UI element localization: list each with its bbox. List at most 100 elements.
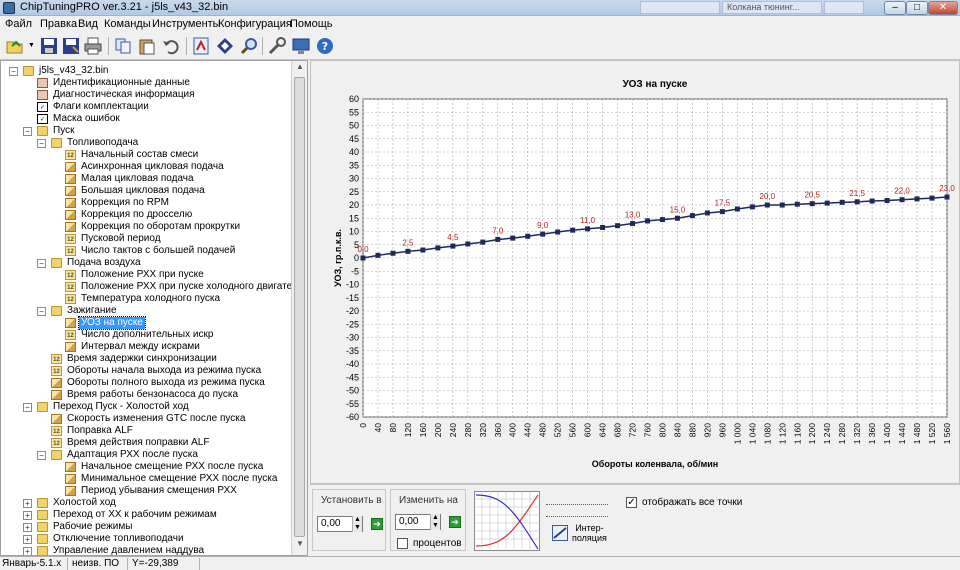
data-point[interactable]	[525, 233, 531, 239]
tree-item[interactable]: − Топливоподача	[5, 137, 285, 149]
tree-item[interactable]: Обороты полного выхода из режима пуска	[5, 377, 285, 389]
data-point[interactable]	[794, 201, 800, 207]
interp-slider-top[interactable]	[546, 491, 608, 505]
expand-icon[interactable]: +	[23, 547, 32, 555]
expand-icon[interactable]: +	[23, 523, 32, 532]
data-point[interactable]	[420, 247, 426, 253]
interpolation-button-label[interactable]: Интер- поляция	[572, 523, 607, 543]
data-point[interactable]	[435, 245, 441, 251]
tree-item[interactable]: 12 Обороты начала выхода из режима пуска	[5, 365, 285, 377]
tree-item[interactable]: 12 Температура холодного пуска	[5, 293, 285, 305]
expand-icon[interactable]: +	[23, 499, 32, 508]
undo-icon[interactable]	[162, 37, 180, 55]
data-point[interactable]	[450, 243, 456, 249]
search-icon[interactable]	[240, 37, 258, 55]
collapse-icon[interactable]: −	[37, 139, 46, 148]
data-point[interactable]	[704, 210, 710, 216]
expand-icon[interactable]: +	[23, 511, 32, 520]
data-point[interactable]	[944, 194, 950, 200]
data-point[interactable]	[390, 250, 396, 256]
parameter-tree[interactable]: − j5ls_v43_32.bin Идентификационные данные…	[0, 60, 308, 556]
data-point[interactable]	[615, 223, 621, 229]
data-point[interactable]	[570, 227, 576, 233]
data-point[interactable]	[465, 241, 471, 247]
tree-item[interactable]: Большая цикловая подача	[5, 185, 285, 197]
calc-icon[interactable]	[192, 37, 210, 55]
scroll-up-icon[interactable]: ▲	[294, 62, 306, 76]
data-point[interactable]	[405, 248, 411, 254]
tree-item[interactable]: ✓ Маска ошибок	[5, 113, 285, 125]
save-as-icon[interactable]	[62, 37, 80, 55]
background-window-tab[interactable]	[640, 1, 720, 14]
menu-tools[interactable]: Инструменты	[152, 18, 221, 30]
tree-item[interactable]: − Пуск	[5, 125, 285, 137]
data-point[interactable]	[824, 200, 830, 206]
maximize-button[interactable]: □	[906, 1, 928, 15]
diamond-icon[interactable]	[216, 37, 234, 55]
change-value-input[interactable]: 0,00 ▲ ▼	[395, 514, 441, 530]
data-point[interactable]	[689, 213, 695, 219]
data-point[interactable]	[764, 202, 770, 208]
change-apply-button[interactable]: ➔	[449, 516, 461, 528]
tree-item[interactable]: 12 Пусковой период	[5, 233, 285, 245]
collapse-icon[interactable]: −	[37, 259, 46, 268]
data-point[interactable]	[779, 202, 785, 208]
tree-scrollbar[interactable]: ▲ ▼	[291, 61, 307, 555]
tree-item[interactable]: Асинхронная цикловая подача	[5, 161, 285, 173]
data-point[interactable]	[899, 197, 905, 203]
tree-item[interactable]: − Адаптация РХХ после пуска	[5, 449, 285, 461]
tree-item[interactable]: Идентификационные данные	[5, 77, 285, 89]
data-point[interactable]	[914, 196, 920, 202]
background-window-tab[interactable]	[824, 1, 864, 14]
tree-item[interactable]: + Холостой ход	[5, 497, 285, 509]
interp-slider-bottom[interactable]	[546, 507, 608, 517]
open-dropdown-icon[interactable]: ▼	[28, 42, 35, 49]
data-point[interactable]	[869, 198, 875, 204]
data-point[interactable]	[360, 255, 366, 261]
data-point[interactable]	[375, 252, 381, 258]
expand-icon[interactable]: +	[23, 535, 32, 544]
menu-file[interactable]: Файл	[5, 18, 32, 30]
collapse-icon[interactable]: −	[37, 451, 46, 460]
data-point[interactable]	[630, 221, 636, 227]
menu-edit[interactable]: Правка	[40, 18, 77, 30]
tree-item[interactable]: УОЗ на пуске	[5, 316, 285, 330]
ignition-chart[interactable]: 605550454035302520151050-5-10-15-20-25-3…	[311, 61, 960, 485]
tree-item[interactable]: + Рабочие режимы	[5, 521, 285, 533]
data-point[interactable]	[854, 199, 860, 205]
monitor-icon[interactable]	[292, 37, 310, 55]
data-point[interactable]	[674, 215, 680, 221]
data-point[interactable]	[495, 236, 501, 242]
data-point[interactable]	[749, 204, 755, 210]
tree-item[interactable]: Интервал между искрами	[5, 341, 285, 353]
tree-item[interactable]: Малая цикловая подача	[5, 173, 285, 185]
change-value-spinner[interactable]: ▲ ▼	[430, 514, 440, 530]
data-point[interactable]	[929, 195, 935, 201]
data-point[interactable]	[510, 235, 516, 241]
data-point[interactable]	[839, 199, 845, 205]
tree-item[interactable]: Скорость изменения GTC после пуска	[5, 413, 285, 425]
tree-item[interactable]: − j5ls_v43_32.bin	[5, 65, 285, 77]
tree-item[interactable]: Коррекция по дросселю	[5, 209, 285, 221]
data-point[interactable]	[659, 217, 665, 223]
tree-item[interactable]: 12 Положение РХХ при пуске холодного двиг…	[5, 281, 303, 293]
menu-view[interactable]: Вид	[78, 18, 98, 30]
data-point[interactable]	[600, 225, 606, 231]
tree-item[interactable]: + Управление давлением наддува	[5, 545, 285, 555]
background-window-tab[interactable]: Колкана тюнинг...	[722, 1, 822, 14]
help-icon[interactable]: ?	[316, 37, 334, 55]
collapse-icon[interactable]: −	[37, 307, 46, 316]
collapse-icon[interactable]: −	[23, 127, 32, 136]
data-point[interactable]	[540, 231, 546, 237]
close-button[interactable]: ✕	[928, 1, 958, 15]
tree-item[interactable]: − Подача воздуха	[5, 257, 285, 269]
data-point[interactable]	[585, 226, 591, 232]
tree-item[interactable]: − Зажигание	[5, 305, 285, 317]
minimize-button[interactable]: –	[884, 1, 906, 15]
paste-icon[interactable]	[138, 37, 156, 55]
tree-item[interactable]: ✓ Флаги комплектации	[5, 101, 285, 113]
tree-item[interactable]: + Переход от ХХ к рабочим режимам	[5, 509, 285, 521]
set-value-input[interactable]: 0,00 ▲ ▼	[317, 516, 363, 532]
collapse-icon[interactable]: −	[23, 403, 32, 412]
tree-item[interactable]: 12 Число тактов с большей подачей	[5, 245, 285, 257]
